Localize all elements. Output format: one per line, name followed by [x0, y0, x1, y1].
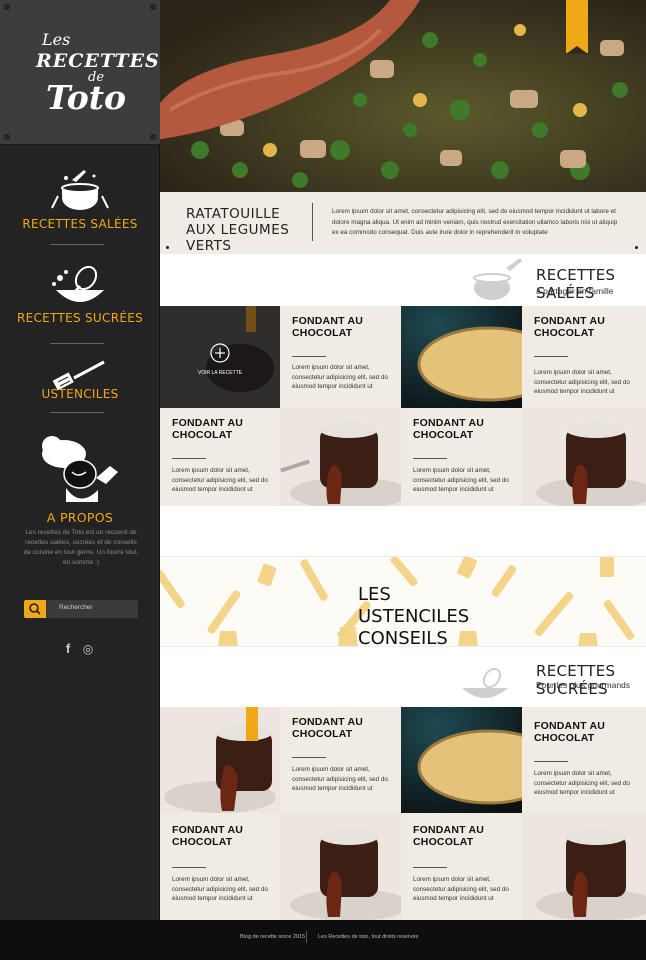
recipe-card-text: Lorem ipsum dolor sit amet, consectetur … — [534, 369, 630, 395]
divider — [534, 356, 568, 357]
logo-line-4: Toto — [46, 78, 127, 117]
divider — [50, 412, 104, 413]
main-content: RATATOUILLE AUX LEGUMES VERTS Lorem ipsu… — [160, 0, 646, 920]
featured-recipe-description: Lorem ipsum dolor sit amet, consectetur … — [332, 208, 618, 236]
cooking-pot-icon — [50, 170, 109, 210]
section-subtitle-sucrees: Pour les plus gourmands — [536, 680, 631, 690]
recipe-card-title[interactable]: FONDANT AU CHOCOLAT — [292, 716, 392, 740]
sidebar: Les RECETTES de Toto RECETTES SALÉES REC… — [0, 0, 160, 920]
cooking-pot-icon — [473, 258, 522, 300]
recipe-card-text: Lorem ipsum dolor sit amet, consectetur … — [292, 364, 388, 390]
instagram-icon[interactable]: ◎ — [82, 642, 94, 656]
search-button[interactable] — [24, 600, 46, 618]
recipe-card-image[interactable] — [280, 408, 401, 506]
whisk-bowl-icon — [51, 265, 104, 302]
nav-label-ustenciles: USTENCILES — [41, 387, 119, 401]
ustenciles-title[interactable]: LES USTENCILES CONSEILS — [358, 584, 498, 646]
nav-label-recettes-sucrees: RECETTES SUCRÉES — [16, 311, 144, 325]
recipe-card-text: Lorem ipsum dolor sit amet, consectetur … — [172, 876, 268, 902]
plus-circle-icon[interactable] — [210, 343, 230, 363]
divider — [534, 761, 568, 762]
recipe-card-text: Lorem ipsum dolor sit amet, consectetur … — [534, 770, 630, 796]
chocolate-cake-photo — [280, 813, 401, 920]
decor-dot — [166, 246, 169, 249]
about-text: Les recettes de Toto est un recceuil de … — [23, 529, 139, 566]
recipe-card[interactable]: FONDANT AU CHOCOLAT Lorem ipsum dolor si… — [280, 306, 401, 408]
recipe-card-title[interactable]: FONDANT AU CHOCOLAT — [172, 824, 272, 848]
logo-corner — [150, 134, 156, 140]
recipe-card[interactable]: FONDANT AU CHOCOLAT Lorem ipsum dolor si… — [522, 707, 646, 813]
recipe-card[interactable]: FONDANT AU CHOCOLAT Lorem ipsum dolor si… — [401, 813, 522, 920]
divider — [312, 203, 313, 241]
divider — [306, 931, 307, 943]
chocolate-cake-photo — [160, 707, 280, 813]
chocolate-cake-photo — [522, 408, 646, 506]
recipe-card[interactable]: FONDANT AU CHOCOLAT Lorem ipsum dolor si… — [280, 707, 401, 813]
crepe-photo — [401, 306, 522, 408]
featured-recipe-title[interactable]: RATATOUILLE AUX LEGUMES VERTS — [186, 206, 296, 254]
divider — [292, 356, 326, 357]
recipe-card[interactable]: FONDANT AU CHOCOLAT Lorem ipsum dolor si… — [160, 408, 280, 506]
recipe-card-title[interactable]: FONDANT AU CHOCOLAT — [172, 417, 272, 441]
recipe-card-text: Lorem ipsum dolor sit amet, consectetur … — [413, 876, 509, 902]
section-subtitle-salees: à partager en famille — [536, 286, 614, 296]
nav-label-a-propos: A PROPOS — [46, 510, 114, 525]
recipe-card[interactable]: FONDANT AU CHOCOLAT Lorem ipsum dolor si… — [401, 408, 522, 506]
recipe-card-image-hover[interactable]: VOIR LA RECETTE — [160, 306, 280, 408]
logo-corner — [150, 4, 156, 10]
recipe-card-text: Lorem ipsum dolor sit amet, consectetur … — [413, 467, 509, 493]
view-recipe-link[interactable]: VOIR LA RECETTE — [160, 370, 280, 376]
recipe-card-title[interactable]: FONDANT AU CHOCOLAT — [534, 315, 634, 339]
divider — [50, 244, 104, 245]
recipe-card-title[interactable]: FONDANT AU CHOCOLAT — [413, 417, 513, 441]
decor-dot — [635, 246, 638, 249]
search-input[interactable]: Rechercher — [59, 604, 93, 611]
divider — [172, 867, 206, 868]
crepe-photo — [401, 707, 522, 813]
divider — [413, 867, 447, 868]
facebook-icon[interactable]: f — [62, 642, 74, 656]
section-header-sucrees: RECETTES SUCRÉES Pour les plus gourmands — [160, 652, 646, 704]
recipe-card-image[interactable] — [160, 707, 280, 813]
logo-corner — [4, 134, 10, 140]
recipe-card-text: Lorem ipsum dolor sit amet, consectetur … — [172, 467, 268, 493]
nav-label-recettes-salees: RECETTES SALÉES — [22, 217, 138, 231]
whisk-bowl-icon — [462, 667, 508, 698]
section-header-salees: RECETTES SALÉES à partager en famille — [160, 254, 646, 306]
search-box[interactable]: Rechercher — [24, 600, 138, 618]
recipe-card[interactable]: FONDANT AU CHOCOLAT Lorem ipsum dolor si… — [160, 813, 280, 920]
recipe-card-image[interactable] — [401, 306, 522, 408]
search-icon — [29, 603, 41, 615]
footer: Blog de recette since 2015 Les Recettes … — [0, 920, 646, 960]
site-logo[interactable]: Les RECETTES de Toto — [0, 0, 160, 145]
logo-line-2: RECETTES — [36, 50, 160, 72]
recipe-card-text: Lorem ipsum dolor sit amet, consectetur … — [292, 766, 388, 792]
divider — [50, 343, 104, 344]
recipe-card[interactable]: FONDANT AU CHOCOLAT Lorem ipsum dolor si… — [522, 306, 646, 408]
chocolate-cake-photo — [522, 813, 646, 920]
logo-corner — [4, 4, 10, 10]
recipe-card-title[interactable]: FONDANT AU CHOCOLAT — [292, 315, 392, 339]
footer-right-text: Les Recettes de toto, tout droits reserv… — [318, 934, 419, 940]
recipe-card-image[interactable] — [522, 813, 646, 920]
divider — [292, 757, 326, 758]
recipe-card-title[interactable]: FONDANT AU CHOCOLAT — [413, 824, 513, 848]
recipe-card-image[interactable] — [401, 707, 522, 813]
chef-icon — [41, 436, 118, 502]
divider — [172, 458, 206, 459]
bookmark-ribbon — [566, 0, 588, 54]
recipe-card-image[interactable] — [522, 408, 646, 506]
ustenciles-banner[interactable]: LES USTENCILES CONSEILS — [160, 556, 646, 647]
page: Les RECETTES de Toto RECETTES SALÉES REC… — [0, 0, 646, 960]
recipe-card-title[interactable]: FONDANT AU CHOCOLAT — [534, 720, 634, 744]
featured-recipe[interactable]: RATATOUILLE AUX LEGUMES VERTS Lorem ipsu… — [160, 192, 646, 254]
footer-left-text: Blog de recette since 2015 — [240, 934, 306, 940]
chocolate-cake-photo — [280, 408, 401, 506]
divider — [413, 458, 447, 459]
logo-line-1: Les — [42, 30, 71, 49]
recipe-card-image[interactable] — [280, 813, 401, 920]
hero-image[interactable] — [160, 0, 646, 192]
section-title-salees: RECETTES SALÉES — [536, 266, 616, 302]
